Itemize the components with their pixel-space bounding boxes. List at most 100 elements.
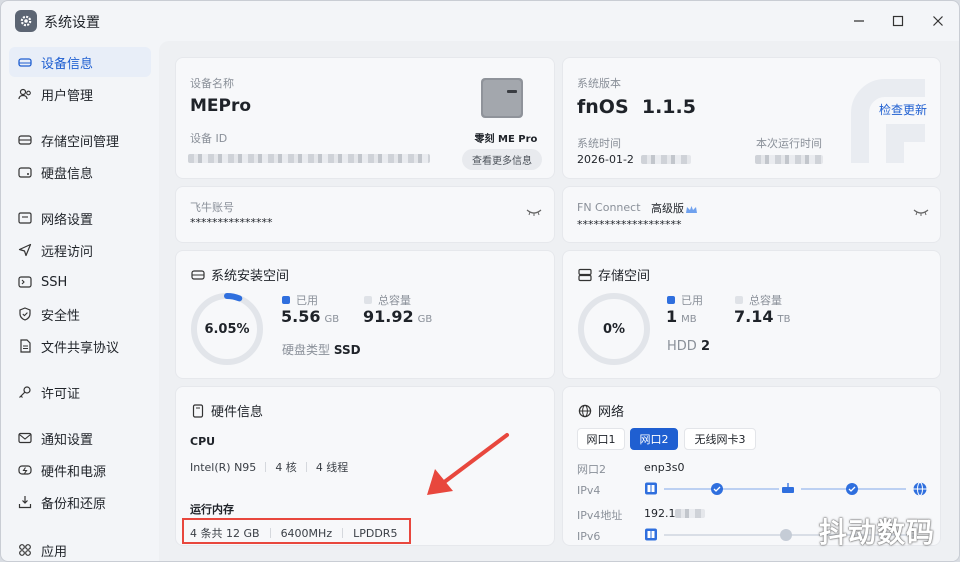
annotation-arrow xyxy=(427,433,509,495)
eye-closed-icon[interactable] xyxy=(913,202,929,221)
eye-closed-icon[interactable] xyxy=(526,202,542,221)
used-swatch xyxy=(667,296,675,304)
device-card: 设备名称 MEPro 设备 ID 零刻 ME Pro 查看更多信息 xyxy=(175,57,555,179)
total-value: 91.92 xyxy=(363,307,414,326)
key-icon xyxy=(17,384,33,400)
account-value: *************** xyxy=(190,216,273,229)
cpu-cores: 4 核 xyxy=(275,461,297,474)
view-more-info-button[interactable]: 查看更多信息 xyxy=(462,149,542,170)
sidebar-item-license[interactable]: 许可证 xyxy=(9,377,151,407)
sidebar-item-label: 硬盘信息 xyxy=(41,166,94,182)
used-amount: 5.56 GB xyxy=(281,307,339,326)
sidebar-item-hardware-power[interactable]: 硬件和电源 xyxy=(9,455,151,485)
port-label: 网口2 xyxy=(577,463,606,476)
total-unit: GB xyxy=(417,314,433,325)
storage-header: 存储空间 xyxy=(577,265,650,284)
port-value: enp3s0 xyxy=(644,461,685,474)
used-legend: 已用 xyxy=(282,292,318,308)
account-card: 飞牛账号 *************** xyxy=(175,186,555,243)
sidebar-item-device-info[interactable]: 设备信息 xyxy=(9,47,151,77)
device-image xyxy=(478,76,526,120)
cpu-model: Intel(R) N95 xyxy=(190,460,257,474)
total-legend: 总容量 xyxy=(735,292,782,308)
hardware-icon xyxy=(190,403,206,419)
hdd-row: HDD 2 xyxy=(667,339,710,354)
used-swatch xyxy=(282,296,290,304)
close-button[interactable] xyxy=(928,11,948,31)
ssh-icon xyxy=(17,274,33,290)
disk-type-value: SSD xyxy=(333,343,361,357)
ipv4-label: IPv4 xyxy=(577,484,601,497)
system-space-percent: 6.05% xyxy=(204,322,250,337)
sidebar-item-backup[interactable]: 备份和还原 xyxy=(9,487,151,517)
content-area: 设备名称 MEPro 设备 ID 零刻 ME Pro 查看更多信息 系统版本 f… xyxy=(159,41,959,561)
used-legend: 已用 xyxy=(667,292,703,308)
tab-port-2[interactable]: 网口2 xyxy=(630,428,678,450)
hdd-label: HDD xyxy=(667,339,697,354)
total-legend: 总容量 xyxy=(364,292,411,308)
fn-connect-label: FN Connect xyxy=(577,201,641,214)
system-time-label: 系统时间 xyxy=(577,137,621,150)
backup-icon xyxy=(17,494,33,510)
device-icon xyxy=(17,54,33,70)
fnos-logo-watermark xyxy=(851,79,925,163)
sidebar-item-file-share[interactable]: 文件共享协议 xyxy=(9,331,151,361)
device-name: MEPro xyxy=(190,96,252,116)
tab-port-1[interactable]: 网口1 xyxy=(577,428,625,450)
watermark-text: 抖动数码 xyxy=(819,516,936,549)
divider xyxy=(265,462,267,472)
apps-icon xyxy=(17,542,33,558)
sidebar-item-network[interactable]: 网络设置 xyxy=(9,203,151,233)
sidebar-item-security[interactable]: 安全性 xyxy=(9,299,151,329)
total-swatch xyxy=(735,296,743,304)
disk-icon xyxy=(190,267,206,283)
crown-icon xyxy=(685,200,698,219)
divider xyxy=(305,462,307,472)
total-value: 7.14 xyxy=(734,307,774,326)
total-label: 总容量 xyxy=(749,294,782,307)
sidebar-item-apps[interactable]: 应用 xyxy=(9,535,151,561)
shield-icon xyxy=(17,306,33,322)
check-update-link[interactable]: 检查更新 xyxy=(879,101,927,118)
ipv4-address-redacted xyxy=(675,509,705,518)
sidebar-item-label: 通知设置 xyxy=(41,432,94,448)
users-icon xyxy=(17,86,33,102)
device-name-label: 设备名称 xyxy=(190,77,234,90)
sidebar-item-users[interactable]: 用户管理 xyxy=(9,79,151,109)
hardware-title: 硬件信息 xyxy=(211,405,264,420)
uptime-redacted xyxy=(755,155,823,164)
minimize-button[interactable] xyxy=(849,11,869,31)
used-unit: MB xyxy=(681,314,697,325)
annotation-highlight-box xyxy=(182,518,411,544)
memory-label: 运行内存 xyxy=(190,503,234,516)
ipv6-label: IPv6 xyxy=(577,530,601,543)
cpu-threads: 4 线程 xyxy=(315,461,349,474)
sidebar-item-label: 安全性 xyxy=(41,308,81,324)
sidebar-item-remote[interactable]: 远程访问 xyxy=(9,235,151,265)
sidebar-item-label: 设备信息 xyxy=(41,56,94,72)
ipv4-address-label: IPv4地址 xyxy=(577,509,623,522)
sidebar-item-ssh[interactable]: SSH xyxy=(9,267,151,297)
system-version-label: 系统版本 xyxy=(577,77,621,90)
power-icon xyxy=(17,462,33,478)
sidebar-item-notification[interactable]: 通知设置 xyxy=(9,423,151,453)
maximize-button[interactable] xyxy=(888,11,908,31)
ipv4-topology xyxy=(645,482,927,496)
disk-type-label: 硬盘类型 xyxy=(282,343,331,357)
sidebar-item-label: 许可证 xyxy=(41,386,81,402)
sidebar-item-label: SSH xyxy=(41,274,68,290)
disk-icon xyxy=(17,164,33,180)
storage-card: 存储空间 0% 已用 1 MB 总容量 7.14 TB HDD 2 xyxy=(562,250,941,379)
sidebar-item-label: 存储空间管理 xyxy=(41,134,120,150)
system-time: 2026-01-2 xyxy=(577,153,634,166)
settings-window: 系统设置 设备信息 用户管理 存储空间管理 硬盘信息 网络设置 远程访问 SSH… xyxy=(0,0,960,562)
settings-app-icon xyxy=(15,10,37,32)
network-icon xyxy=(17,210,33,226)
storage-icon xyxy=(577,267,593,283)
storage-title: 存储空间 xyxy=(598,269,651,284)
tab-wireless-3[interactable]: 无线网卡3 xyxy=(684,428,756,450)
sidebar-item-storage[interactable]: 存储空间管理 xyxy=(9,125,151,155)
cpu-label: CPU xyxy=(190,435,216,448)
sidebar-item-disk[interactable]: 硬盘信息 xyxy=(9,157,151,187)
mail-icon xyxy=(17,430,33,446)
